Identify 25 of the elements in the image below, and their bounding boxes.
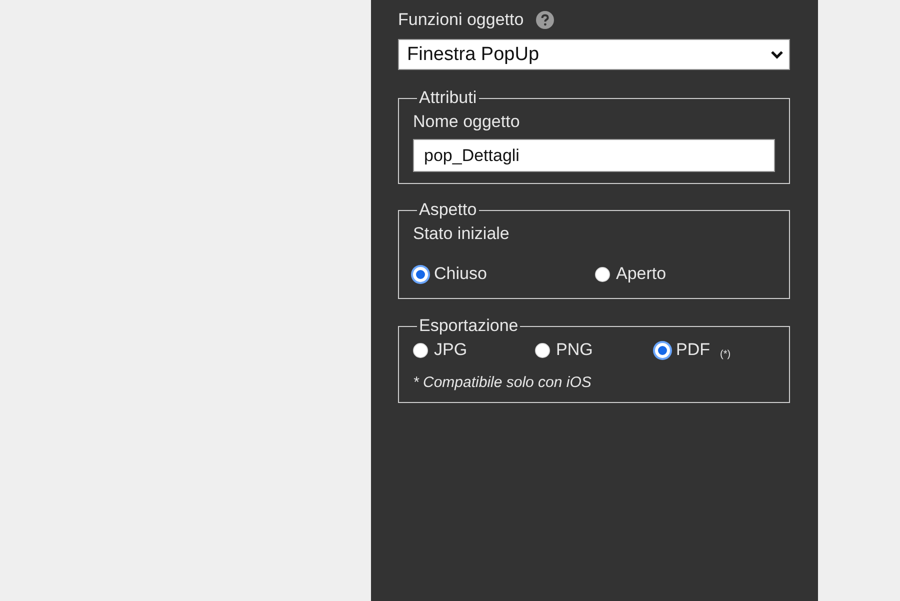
- footnote-text: * Compatibile solo con iOS: [413, 374, 592, 391]
- radio-option[interactable]: JPG: [413, 340, 468, 360]
- group-legend: Esportazione: [417, 316, 520, 336]
- radio-label: PDF: [676, 340, 710, 360]
- radio-option[interactable]: PNG: [535, 340, 593, 360]
- radio-label: Chiuso: [434, 264, 487, 284]
- field-label: Stato iniziale: [413, 224, 510, 243]
- radio-option[interactable]: Chiuso: [413, 264, 487, 284]
- chevron-down-icon: [770, 50, 784, 60]
- group-legend: Aspetto: [417, 200, 479, 220]
- radio-option[interactable]: Aperto: [595, 264, 666, 284]
- radio-button[interactable]: [595, 266, 610, 282]
- radio-button[interactable]: [413, 342, 428, 358]
- radio-option[interactable]: PDF (*): [655, 340, 731, 360]
- radio-label: JPG: [434, 340, 468, 360]
- radio-button[interactable]: [535, 342, 550, 358]
- field-label: Nome oggetto: [413, 112, 520, 131]
- function-select[interactable]: Finestra PopUp: [398, 39, 790, 70]
- help-icon[interactable]: [536, 11, 554, 29]
- radio-label: Aperto: [616, 264, 666, 284]
- footnote-mark: (*): [720, 349, 731, 360]
- field-label: Funzioni oggetto: [398, 10, 524, 30]
- group-legend: Attributi: [417, 88, 479, 108]
- object-name-field[interactable]: pop_Dettagli: [413, 139, 775, 172]
- radio-label: PNG: [556, 340, 593, 360]
